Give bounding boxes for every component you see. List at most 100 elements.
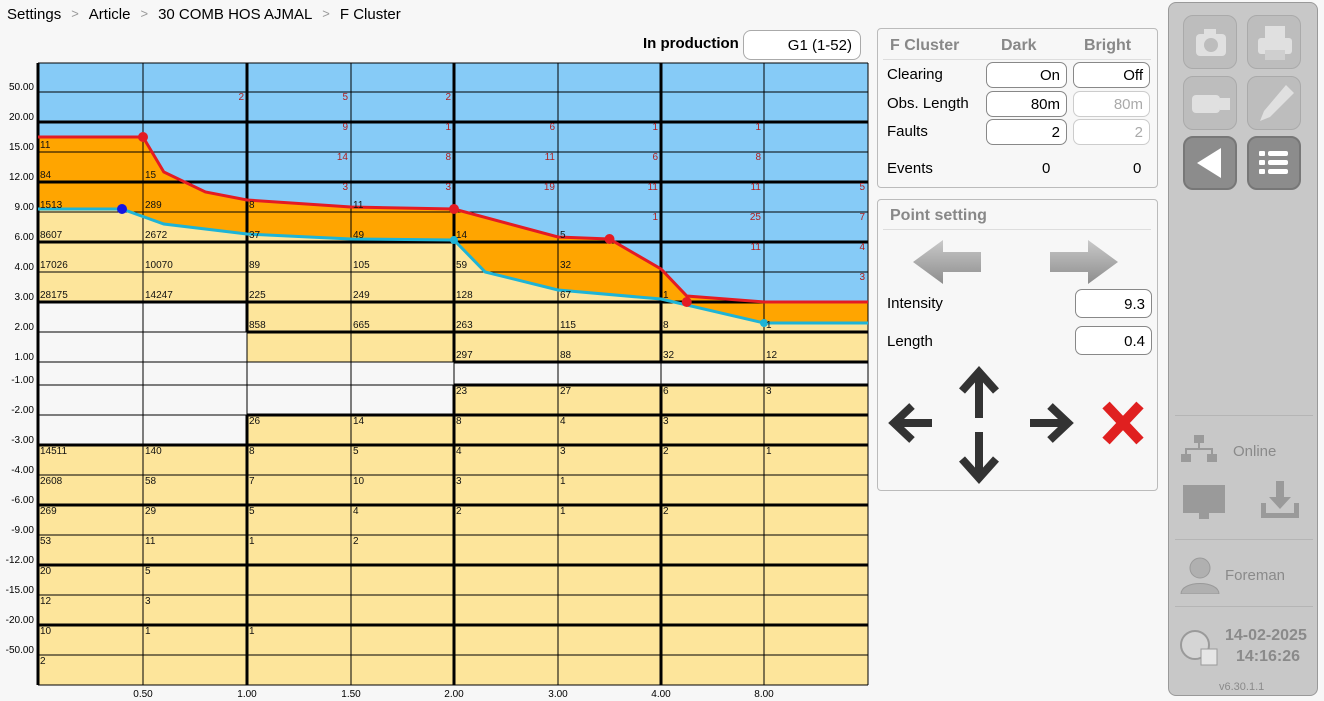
download-icon[interactable] — [1257, 479, 1305, 523]
bright-count: 23 — [456, 386, 468, 397]
back-button[interactable] — [1183, 136, 1237, 190]
bright-count: 2 — [663, 506, 669, 517]
bright-count: 6 — [663, 386, 669, 397]
dark-count: 6 — [652, 152, 658, 163]
move-right-icon[interactable] — [1024, 400, 1074, 446]
bright-count: 14 — [353, 416, 365, 427]
x-tick-label: 2.00 — [444, 689, 464, 700]
f-cluster-panel: F Cluster Dark Bright Clearing On Off Ob… — [877, 28, 1158, 188]
pencil-icon — [1260, 85, 1294, 121]
edit-button[interactable] — [1247, 76, 1301, 130]
bright-count: 225 — [249, 290, 266, 301]
dark-count: 4 — [859, 242, 865, 253]
dark-count: 25 — [750, 212, 762, 223]
usb-button[interactable] — [1183, 76, 1237, 130]
dark-count: 6 — [549, 122, 555, 133]
previous-point-icon[interactable] — [911, 238, 983, 286]
dark-count: 7 — [859, 212, 865, 223]
dark-column-header: Dark — [1001, 37, 1037, 54]
list-grid-icon — [1259, 151, 1288, 174]
dark-count: 11 — [648, 182, 659, 193]
bright-count: 4 — [560, 416, 566, 427]
bright-count: 3 — [560, 446, 566, 457]
monitor-icon[interactable] — [1181, 483, 1229, 523]
bright-count: 2 — [663, 446, 669, 457]
clock-calendar-icon — [1180, 630, 1218, 666]
delete-point-icon[interactable] — [1100, 399, 1146, 447]
y-tick-label: -3.00 — [11, 435, 34, 446]
dark-count: 19 — [544, 182, 556, 193]
dark-count: 11 — [751, 182, 762, 193]
y-tick-label: 15.00 — [9, 142, 34, 153]
bright-count: 858 — [249, 320, 266, 331]
y-tick-label: 6.00 — [15, 232, 35, 243]
faults-bright-field: 2 — [1073, 119, 1150, 145]
online-status: Online — [1233, 443, 1277, 460]
dark-count: 2 — [445, 92, 451, 103]
bright-count: 20 — [40, 566, 52, 577]
point-setting-panel: Point setting Intensity 9.3 Length 0.4 — [877, 199, 1158, 491]
bright-count: 3 — [663, 416, 669, 427]
obs-length-dark-field[interactable]: 80m — [986, 91, 1067, 117]
x-tick-label: 1.50 — [341, 689, 361, 700]
f-cluster-title: F Cluster — [890, 37, 960, 54]
y-tick-label: -20.00 — [6, 615, 35, 626]
bright-count: 10 — [40, 626, 52, 637]
y-tick-label: -12.00 — [6, 555, 35, 566]
bright-count: 1 — [663, 290, 669, 301]
move-up-icon[interactable] — [954, 366, 1004, 422]
y-tick-label: -15.00 — [6, 585, 35, 596]
move-down-icon[interactable] — [954, 428, 1004, 484]
bright-count: 10070 — [145, 260, 173, 271]
faults-dark-field[interactable]: 2 — [986, 119, 1067, 145]
selected-point — [117, 204, 127, 214]
y-tick-label: -9.00 — [11, 525, 34, 536]
bright-count: 2 — [456, 506, 462, 517]
bright-count: 3 — [145, 596, 151, 607]
events-dark-value: 0 — [1042, 160, 1051, 177]
bright-count: 12 — [766, 350, 778, 361]
user-icon[interactable] — [1179, 556, 1221, 594]
cluster-chart[interactable]: 50.0020.0015.0012.009.006.004.003.002.00… — [0, 0, 870, 701]
dark-count: 1 — [445, 122, 451, 133]
bright-count: 1 — [766, 320, 772, 331]
clearing-label: Clearing — [887, 66, 943, 83]
bright-count: 8607 — [40, 230, 63, 241]
bright-count: 4 — [456, 446, 462, 457]
dark-count: 11 — [751, 242, 762, 253]
intensity-field[interactable]: 9.3 — [1075, 289, 1152, 318]
dark-count: 8 — [755, 152, 761, 163]
bright-count: 88 — [560, 350, 572, 361]
print-button[interactable] — [1247, 15, 1301, 69]
bright-count: 263 — [456, 320, 473, 331]
bright-count: 128 — [456, 290, 473, 301]
bright-count: 4 — [353, 506, 359, 517]
camera-button[interactable] — [1183, 15, 1237, 69]
bright-count: 14 — [456, 230, 468, 241]
bright-count: 105 — [353, 260, 370, 271]
y-tick-label: -2.00 — [11, 405, 34, 416]
clearing-dark-field[interactable]: On — [986, 62, 1067, 88]
clearing-bright-field[interactable]: Off — [1073, 62, 1150, 88]
move-left-icon[interactable] — [888, 400, 938, 446]
bright-count: 7 — [249, 476, 255, 487]
bright-count: 28175 — [40, 290, 68, 301]
bright-count: 269 — [40, 506, 57, 517]
dark-curve-point — [604, 234, 615, 244]
bright-count: 17026 — [40, 260, 68, 271]
bright-count: 1513 — [40, 200, 63, 211]
bright-count: 115 — [560, 320, 576, 331]
menu-button[interactable] — [1247, 136, 1301, 190]
y-tick-label: 20.00 — [9, 112, 34, 123]
bright-count: 89 — [249, 260, 261, 271]
dark-count: 8 — [445, 152, 451, 163]
dark-count: 5 — [342, 92, 348, 103]
bright-count: 15 — [145, 170, 157, 181]
empty-cell-b — [38, 362, 454, 385]
length-label: Length — [887, 333, 933, 350]
dark-count: 3 — [859, 272, 865, 283]
bright-count: 2 — [40, 656, 46, 667]
length-field[interactable]: 0.4 — [1075, 326, 1152, 355]
next-point-icon[interactable] — [1048, 238, 1120, 286]
bright-count: 67 — [560, 290, 572, 301]
